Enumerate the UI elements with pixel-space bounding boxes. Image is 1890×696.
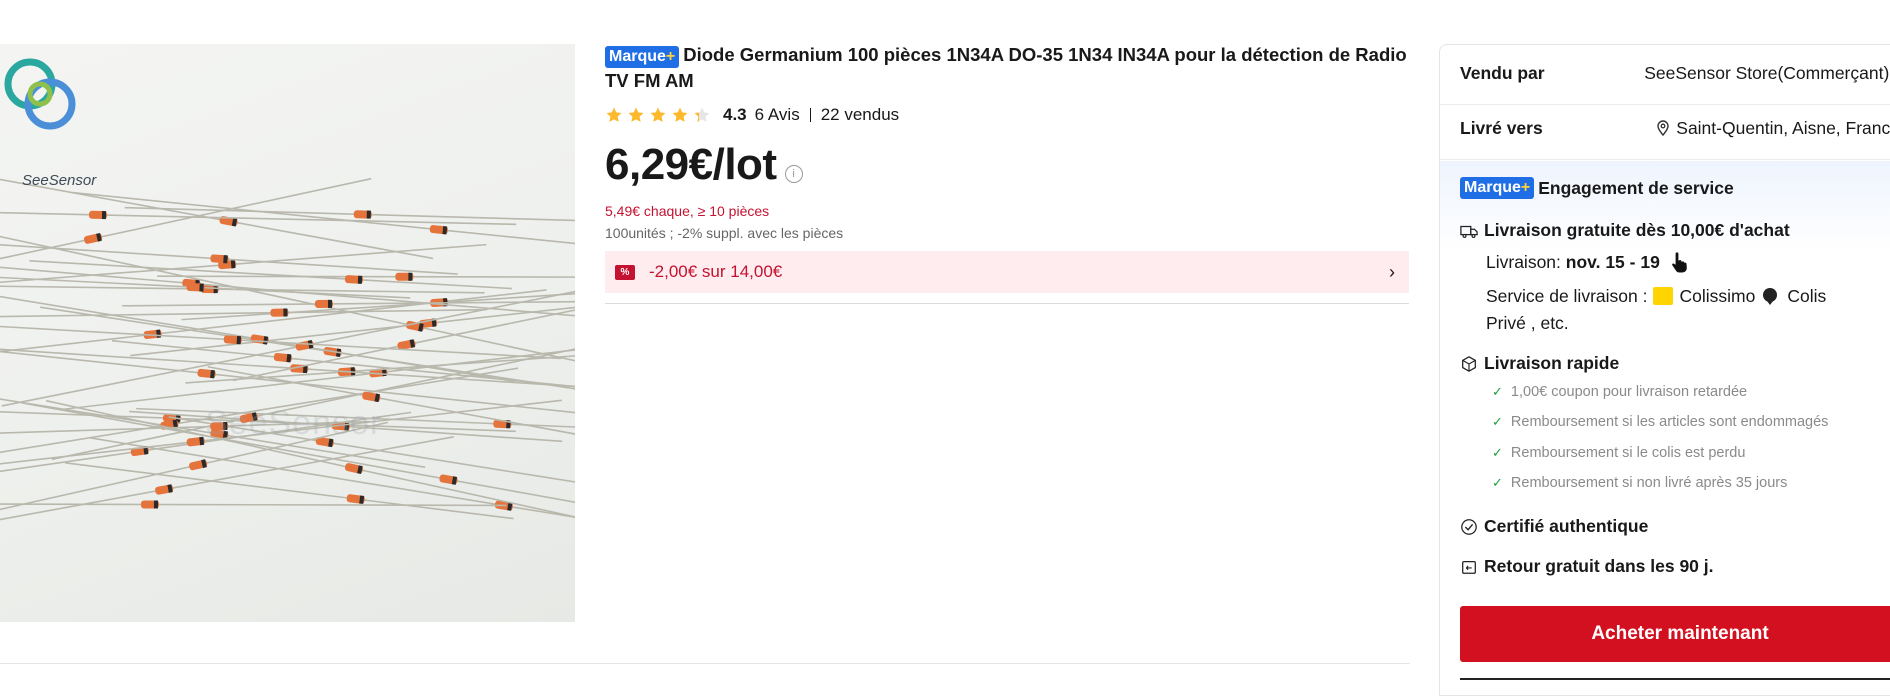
- ship-to-label: Livré vers: [1460, 118, 1543, 138]
- bulk-price: 5,49€ chaque, ≥ 10 pièces: [605, 203, 770, 219]
- seller-name[interactable]: SeeSensor Store(Commerçant) ›: [1644, 63, 1890, 84]
- divider: [605, 303, 1409, 304]
- rating-row: 4.3 6 Avis 22 vendus: [605, 103, 1409, 127]
- fast-delivery-text: Livraison rapide: [1484, 353, 1620, 373]
- rating-value: 4.3: [723, 105, 747, 124]
- certified-text: Certifié authentique: [1484, 516, 1649, 536]
- brand-plus-badge: Marque+: [1460, 177, 1535, 199]
- diode-band: [327, 299, 333, 308]
- divider: [0, 663, 1410, 664]
- diode-band: [199, 283, 204, 292]
- coupon-icon: %: [615, 264, 635, 280]
- check-icon: ✓: [1492, 475, 1503, 490]
- diode-band: [366, 210, 371, 219]
- fast-delivery-row[interactable]: Livraison rapide: [1460, 353, 1619, 374]
- purchase-panel: Vendu par SeeSensor Store(Commerçant) › …: [1439, 44, 1890, 696]
- diode-band: [283, 308, 288, 317]
- product-image[interactable]: SeeSensor SeeSensor: [0, 44, 575, 622]
- diode-wire: [1, 290, 575, 407]
- check-icon: ✓: [1492, 445, 1503, 460]
- diode-band: [357, 275, 363, 284]
- promo-text: -2,00€ sur 14,00€: [649, 262, 783, 281]
- watermark-text: SeeSensor: [205, 404, 383, 442]
- star-icon: [628, 107, 644, 122]
- product-price: 6,29€/lot: [605, 140, 777, 189]
- diode-wire: [72, 191, 575, 245]
- hand-cursor-icon: [1671, 251, 1688, 274]
- diode-band: [442, 226, 448, 235]
- diode-band: [101, 211, 107, 220]
- ship-to-location[interactable]: Saint-Quentin, Aisne, France: [1656, 118, 1890, 139]
- certified-row[interactable]: Certifié authentique: [1460, 516, 1648, 537]
- product-title: Diode Germanium 100 pièces 1N34A DO-35 1…: [605, 44, 1407, 91]
- buy-now-button[interactable]: Acheter maintenant: [1460, 606, 1890, 662]
- product-title-row: Marque+ Diode Germanium 100 pièces 1N34A …: [605, 42, 1409, 93]
- colis-prive-logo-icon: [1761, 286, 1781, 305]
- sold-by-label: Vendu par: [1460, 63, 1545, 83]
- sold-by-row[interactable]: Vendu par SeeSensor Store(Commerçant) ›: [1460, 63, 1890, 84]
- guarantee-item: ✓ Remboursement si le colis est perdu: [1492, 445, 1746, 461]
- diode-band: [236, 335, 242, 345]
- units-info: 100unités ; -2% suppl. avec les pièces: [605, 225, 844, 241]
- sold-count: 22 vendus: [820, 105, 900, 124]
- service-title: Engagement de service: [1538, 177, 1734, 198]
- free-return-text: Retour gratuit dans les 90 j.: [1484, 556, 1714, 576]
- carrier-info: Service de livraison : Colissimo Colis Priv…: [1486, 286, 1827, 333]
- star-rating[interactable]: [605, 106, 711, 124]
- promo-coupon-banner[interactable]: % -2,00€ sur 14,00€ ›: [605, 251, 1409, 293]
- truck-icon: [1460, 225, 1478, 238]
- service-commitment-header: Marque+ Engagement de service: [1460, 177, 1734, 199]
- reviews-link[interactable]: 6 Avis: [755, 105, 800, 125]
- diode-wire: [0, 325, 562, 360]
- diode-wire: [0, 436, 454, 521]
- delivery-dates: nov. 15 - 19: [1565, 252, 1660, 272]
- check-icon: ✓: [1492, 414, 1503, 429]
- diode-band: [153, 500, 158, 509]
- chevron-right-icon: ›: [1389, 262, 1395, 282]
- guarantee-item: ✓ 1,00€ coupon pour livraison retardée: [1492, 384, 1748, 400]
- check-circle-icon: [1461, 518, 1477, 535]
- star-icon: [606, 107, 622, 122]
- check-icon: ✓: [1492, 384, 1503, 399]
- diode-wire: [157, 275, 575, 278]
- brand-plus-badge: Marque+: [605, 46, 680, 68]
- separator: [809, 108, 811, 122]
- diode-photo-illustration: [0, 177, 575, 521]
- guarantee-item: ✓ Remboursement si les articles sont endo…: [1492, 414, 1829, 430]
- box-icon: [1462, 355, 1476, 372]
- free-return-row[interactable]: Retour gratuit dans les 90 j.: [1460, 556, 1714, 577]
- star-icon: [672, 107, 688, 122]
- diode-band: [230, 260, 236, 269]
- free-shipping-row[interactable]: Livraison gratuite dès 10,00€ d'achat: [1460, 220, 1890, 241]
- return-box-icon: [1462, 560, 1476, 574]
- price-row: 6,29€/lot i: [605, 141, 1409, 189]
- diode-wire: [111, 339, 575, 388]
- seesensor-logo-icon: [4, 58, 76, 130]
- delivery-estimate: Livraison: nov. 15 - 19: [1486, 252, 1660, 272]
- divider: [1440, 159, 1890, 160]
- divider: [1440, 104, 1890, 105]
- free-shipping-text: Livraison gratuite dès 10,00€ d'achat: [1484, 220, 1790, 240]
- diode-band: [286, 354, 292, 363]
- colissimo-logo-icon: [1653, 287, 1674, 305]
- add-to-cart-button-edge[interactable]: [1460, 678, 1890, 680]
- location-pin-icon: [1657, 120, 1669, 137]
- diode-band: [408, 272, 413, 281]
- star-icon: [650, 107, 666, 122]
- info-icon[interactable]: i: [784, 165, 803, 183]
- diode-band: [210, 369, 215, 379]
- diode-wire: [0, 308, 487, 318]
- half-star-icon: [694, 107, 710, 122]
- logo-text: SeeSensor: [22, 172, 97, 189]
- diode-wire: [0, 348, 575, 388]
- diode-wire: [0, 266, 575, 317]
- diode-band: [223, 255, 228, 264]
- guarantee-item: ✓ Remboursement si non livré après 35 jou…: [1492, 475, 1788, 491]
- ship-to-row[interactable]: Livré vers Saint-Quentin, Aisne, France: [1460, 118, 1890, 139]
- product-info: Marque+ Diode Germanium 100 pièces 1N34A …: [605, 42, 1409, 293]
